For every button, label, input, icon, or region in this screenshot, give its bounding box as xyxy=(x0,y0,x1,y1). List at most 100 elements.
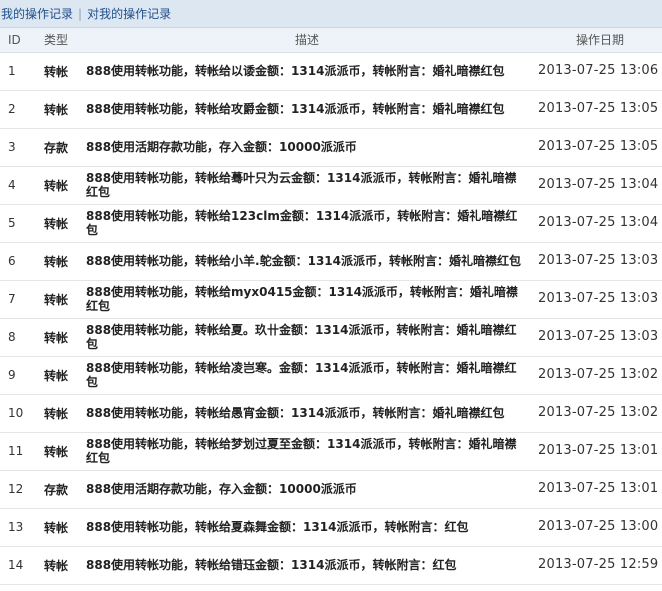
table-row: 3 存款 888使用活期存款功能，存入金额：10000派派币 2013-07-25 1… xyxy=(0,128,662,167)
record-date-cell: 2013-07-25 13:02 xyxy=(534,356,662,395)
tab-separator: | xyxy=(78,6,83,21)
record-id: 1 xyxy=(8,64,16,78)
record-date: 2013-07-25 13:06 xyxy=(538,64,659,78)
record-date-cell: 2013-07-25 13:04 xyxy=(534,204,662,243)
record-date-cell: 2013-07-25 12:59 xyxy=(534,546,662,585)
record-description-cell: 888使用转帐功能，转帐给小羊.鸵金额：1314派派币，转帐附言：婚礼暗襟红包 xyxy=(86,242,534,281)
table-row: 6 转帐 888使用转帐功能，转帐给小羊.鸵金额：1314派派币，转帐附言：婚礼暗襟… xyxy=(0,242,662,281)
record-id: 12 xyxy=(8,482,24,496)
record-type: 转帐 xyxy=(36,432,86,471)
record-id-cell: 2 xyxy=(0,90,36,129)
record-id: 6 xyxy=(8,254,16,268)
table-row: 1 转帐 888使用转帐功能，转帐给以诿金额：1314派派币，转帐附言：婚礼暗襟红包… xyxy=(0,52,662,91)
records-table: ID 类型 描述 操作日期 1 转帐 888使用转帐功能，转帐给以诿金额：1314派… xyxy=(0,28,662,585)
record-description-cell: 888使用转帐功能，转帐给梦划过夏至金额：1314派派币，转帐附言：婚礼暗襟红包 xyxy=(86,432,534,471)
record-date: 2013-07-25 13:04 xyxy=(538,216,659,230)
record-date-cell: 2013-07-25 13:02 xyxy=(534,394,662,433)
record-date-cell: 2013-07-25 13:03 xyxy=(534,242,662,281)
record-id-cell: 6 xyxy=(0,242,36,281)
record-description: 888使用转帐功能，转帐给梦划过夏至金额：1314派派币，转帐附言：婚礼暗襟红包 xyxy=(86,437,517,465)
record-id: 14 xyxy=(8,558,24,572)
record-description: 888使用转帐功能，转帐给攻爵金额：1314派派币，转帐附言：婚礼暗襟红包 xyxy=(86,102,505,116)
record-id-cell: 11 xyxy=(0,432,36,471)
record-description-cell: 888使用转帐功能，转帐给凌岂寒。金额：1314派派币，转帐附言：婚礼暗襟红包 xyxy=(86,356,534,395)
record-type: 转帐 xyxy=(36,90,86,129)
table-row: 11 转帐 888使用转帐功能，转帐给梦划过夏至金额：1314派派币，转帐附言：婚礼… xyxy=(0,432,662,471)
record-date: 2013-07-25 13:00 xyxy=(538,520,659,534)
column-header-date: 操作日期 xyxy=(534,28,662,53)
record-date-cell: 2013-07-25 13:03 xyxy=(534,280,662,319)
record-description-cell: 888使用转帐功能，转帐给以诿金额：1314派派币，转帐附言：婚礼暗襟红包 xyxy=(86,52,534,91)
record-description-cell: 888使用转帐功能，转帐给123clm金额：1314派派币，转帐附言：婚礼暗襟红… xyxy=(86,204,534,243)
record-id-cell: 3 xyxy=(0,128,36,167)
records-table-body: 1 转帐 888使用转帐功能，转帐给以诿金额：1314派派币，转帐附言：婚礼暗襟红包… xyxy=(0,52,662,585)
record-description: 888使用转帐功能，转帐给凌岂寒。金额：1314派派币，转帐附言：婚礼暗襟红包 xyxy=(86,361,517,389)
record-id-cell: 8 xyxy=(0,318,36,357)
record-type: 转帐 xyxy=(36,318,86,357)
table-row: 9 转帐 888使用转帐功能，转帐给凌岂寒。金额：1314派派币，转帐附言：婚礼暗襟… xyxy=(0,356,662,395)
record-description: 888使用转帐功能，转帐给myx0415金额：1314派派币，转帐附言：婚礼暗襟… xyxy=(86,285,518,313)
table-row: 14 转帐 888使用转帐功能，转帐给错珏金额：1314派派币，转帐附言：红包 201… xyxy=(0,546,662,585)
record-description-cell: 888使用转帐功能，转帐给夏森舞金额：1314派派币，转帐附言：红包 xyxy=(86,508,534,547)
table-row: 10 转帐 888使用转帐功能，转帐给愚宵金额：1314派派币，转帐附言：婚礼暗襟红… xyxy=(0,394,662,433)
record-description-cell: 888使用活期存款功能，存入金额：10000派派币 xyxy=(86,128,534,167)
record-date: 2013-07-25 13:03 xyxy=(538,330,659,344)
tab-records-on-me[interactable]: 对我的操作记录 xyxy=(87,5,171,22)
record-id: 11 xyxy=(8,444,24,458)
record-description: 888使用活期存款功能，存入金额：10000派派币 xyxy=(86,140,357,154)
table-row: 13 转帐 888使用转帐功能，转帐给夏森舞金额：1314派派币，转帐附言：红包 20… xyxy=(0,508,662,547)
record-id: 7 xyxy=(8,292,16,306)
column-header-type: 类型 xyxy=(36,28,86,53)
table-row: 2 转帐 888使用转帐功能，转帐给攻爵金额：1314派派币，转帐附言：婚礼暗襟红包… xyxy=(0,90,662,129)
records-tab-bar: 我的操作记录 | 对我的操作记录 xyxy=(0,0,662,28)
record-id-cell: 12 xyxy=(0,470,36,509)
record-id-cell: 9 xyxy=(0,356,36,395)
record-description: 888使用转帐功能，转帐给小羊.鸵金额：1314派派币，转帐附言：婚礼暗襟红包 xyxy=(86,254,522,268)
column-header-description: 描述 xyxy=(86,28,534,53)
record-type: 转帐 xyxy=(36,242,86,281)
table-row: 8 转帐 888使用转帐功能，转帐给夏。玖卄金额：1314派派币，转帐附言：婚礼暗襟… xyxy=(0,318,662,357)
record-type: 转帐 xyxy=(36,204,86,243)
record-description: 888使用转帐功能，转帐给夏。玖卄金额：1314派派币，转帐附言：婚礼暗襟红包 xyxy=(86,323,517,351)
record-id: 8 xyxy=(8,330,16,344)
record-date-cell: 2013-07-25 13:03 xyxy=(534,318,662,357)
record-date-cell: 2013-07-25 13:01 xyxy=(534,432,662,471)
record-date: 2013-07-25 12:59 xyxy=(538,558,659,572)
record-description-cell: 888使用活期存款功能，存入金额：10000派派币 xyxy=(86,470,534,509)
record-id-cell: 4 xyxy=(0,166,36,205)
record-date: 2013-07-25 13:03 xyxy=(538,292,659,306)
record-type: 转帐 xyxy=(36,546,86,585)
record-type: 转帐 xyxy=(36,280,86,319)
record-date-cell: 2013-07-25 13:05 xyxy=(534,90,662,129)
record-date: 2013-07-25 13:04 xyxy=(538,178,659,192)
record-id: 13 xyxy=(8,520,24,534)
record-id-cell: 10 xyxy=(0,394,36,433)
column-header-id: ID xyxy=(0,28,36,53)
record-description: 888使用转帐功能，转帐给蓦叶只为云金额：1314派派币，转帐附言：婚礼暗襟红包 xyxy=(86,171,517,199)
record-description: 888使用转帐功能，转帐给以诿金额：1314派派币，转帐附言：婚礼暗襟红包 xyxy=(86,64,505,78)
operation-records-page: 我的操作记录 | 对我的操作记录 ID 类型 描述 操作日期 1 转帐 888使用转… xyxy=(0,0,662,591)
table-row: 7 转帐 888使用转帐功能，转帐给myx0415金额：1314派派币，转帐附言：婚… xyxy=(0,280,662,319)
record-id-cell: 7 xyxy=(0,280,36,319)
record-date-cell: 2013-07-25 13:01 xyxy=(534,470,662,509)
record-description-cell: 888使用转帐功能，转帐给夏。玖卄金额：1314派派币，转帐附言：婚礼暗襟红包 xyxy=(86,318,534,357)
table-row: 4 转帐 888使用转帐功能，转帐给蓦叶只为云金额：1314派派币，转帐附言：婚礼暗… xyxy=(0,166,662,205)
record-date: 2013-07-25 13:01 xyxy=(538,482,659,496)
record-date-cell: 2013-07-25 13:06 xyxy=(534,52,662,91)
record-date-cell: 2013-07-25 13:04 xyxy=(534,166,662,205)
record-id: 4 xyxy=(8,178,16,192)
record-description: 888使用转帐功能，转帐给愚宵金额：1314派派币，转帐附言：婚礼暗襟红包 xyxy=(86,406,505,420)
record-date: 2013-07-25 13:05 xyxy=(538,140,659,154)
table-row: 12 存款 888使用活期存款功能，存入金额：10000派派币 2013-07-25 … xyxy=(0,470,662,509)
record-description-cell: 888使用转帐功能，转帐给蓦叶只为云金额：1314派派币，转帐附言：婚礼暗襟红包 xyxy=(86,166,534,205)
record-date: 2013-07-25 13:01 xyxy=(538,444,659,458)
record-type: 存款 xyxy=(36,128,86,167)
record-description: 888使用转帐功能，转帐给夏森舞金额：1314派派币，转帐附言：红包 xyxy=(86,520,469,534)
tab-my-records[interactable]: 我的操作记录 xyxy=(1,5,73,22)
record-date: 2013-07-25 13:05 xyxy=(538,102,659,116)
record-id: 3 xyxy=(8,140,16,154)
record-type: 转帐 xyxy=(36,52,86,91)
record-id: 9 xyxy=(8,368,16,382)
record-id-cell: 5 xyxy=(0,204,36,243)
record-date-cell: 2013-07-25 13:05 xyxy=(534,128,662,167)
